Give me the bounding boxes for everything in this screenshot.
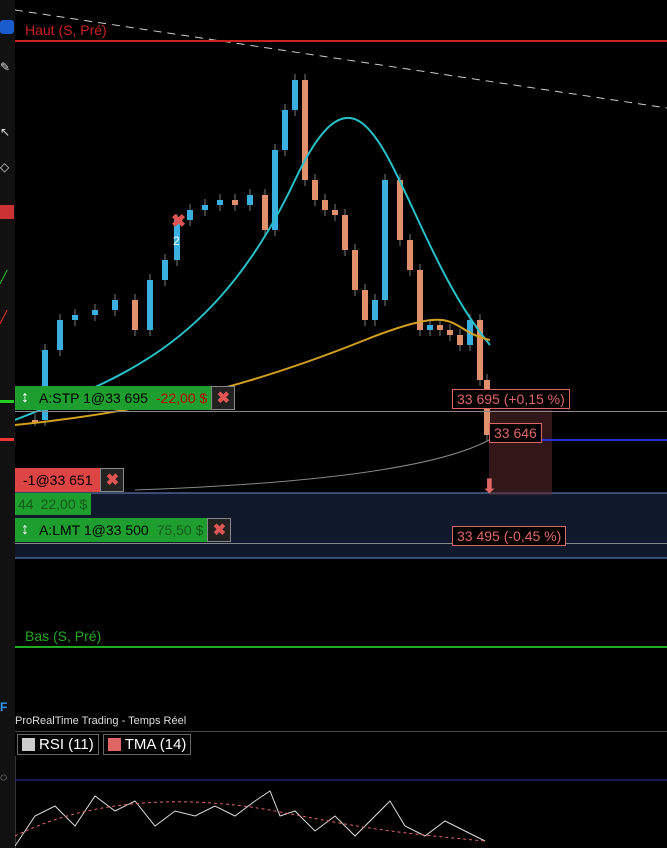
current-price-tag: 33 646 (489, 423, 542, 443)
candle-body (407, 240, 413, 270)
limit-order-line (15, 543, 667, 544)
cursor-icon[interactable] (0, 20, 14, 34)
position-qty: 44 (15, 493, 37, 515)
trade-marker-icon[interactable]: ✖ (171, 211, 186, 232)
position-name: -1@33 651 (15, 468, 101, 492)
candle-body (187, 210, 193, 220)
candle-body (447, 330, 453, 335)
candle-body (372, 300, 378, 320)
stop-drag-handle[interactable]: ↕ (15, 386, 35, 410)
candle-body (132, 300, 138, 330)
text-icon[interactable]: F (0, 700, 14, 714)
trade-marker-count: 2 (173, 234, 180, 248)
position-tag[interactable]: -1@33 651 ✖ (15, 468, 125, 492)
cancel-limit-button[interactable]: ✖ (207, 518, 232, 542)
crosshair-icon[interactable]: ↖ (0, 125, 14, 139)
line-icon[interactable] (0, 205, 14, 219)
candle-body (247, 195, 253, 205)
candle-body (232, 200, 238, 205)
candlestick-plot (15, 9, 667, 559)
candle-body (362, 290, 368, 320)
indicator-legend: RSI (11) TMA (14) (15, 731, 667, 756)
ray-icon[interactable]: ╱ (0, 310, 14, 324)
resistance-trendline (15, 9, 667, 109)
candle-body (282, 110, 288, 150)
horizontal-line-icon[interactable] (0, 400, 14, 417)
sell-arrow-icon: ⬇ (481, 476, 498, 498)
candle-body (427, 325, 433, 330)
candle-body (322, 200, 328, 210)
candle-body (57, 320, 63, 350)
stop-order-name: A:STP 1@33 695 (35, 386, 152, 410)
fast-moving-average (15, 116, 491, 421)
candle-body (217, 200, 223, 205)
position-pnl: 22,00 $ (36, 493, 92, 515)
pencil-icon[interactable]: ✎ (0, 60, 14, 74)
rsi-panel (15, 779, 667, 847)
stop-order-pnl: -22,00 $ (151, 386, 212, 410)
low-label: Bas (S, Pré) (25, 628, 102, 644)
candle-body (262, 195, 268, 230)
magnet-icon[interactable]: ◇ (0, 160, 14, 174)
limit-order-name: A:LMT 1@33 500 (35, 518, 153, 542)
close-position-button[interactable]: ✖ (100, 468, 125, 492)
trend-line-icon[interactable]: ╱ (0, 270, 14, 284)
drawing-toolbar: ✎ ↖ ◇ ╱ ╱ F ◌ (0, 0, 16, 848)
candle-body (332, 210, 338, 215)
candle-body (397, 180, 403, 240)
candle-body (382, 180, 388, 300)
fibonacci-icon[interactable] (0, 438, 14, 455)
price-chart[interactable]: Haut (S, Pré) Bas (S, Pré) ↕ A:STP 1@33 … (15, 0, 667, 715)
limit-drag-handle[interactable]: ↕ (15, 518, 35, 542)
cancel-stop-button[interactable]: ✖ (211, 386, 236, 410)
limit-order-tag[interactable]: ↕ A:LMT 1@33 500 75,50 $ ✖ (15, 518, 232, 542)
indicator-tma[interactable]: TMA (14) (102, 733, 192, 755)
candle-body (92, 310, 98, 315)
stop-order-tag[interactable]: ↕ A:STP 1@33 695 -22,00 $ ✖ (15, 386, 236, 410)
position-pnl-tag: 44 22,00 $ (15, 493, 92, 515)
ellipse-icon[interactable]: ◌ (0, 770, 14, 784)
indicator-rsi[interactable]: RSI (11) (17, 733, 99, 755)
tma-line (15, 801, 486, 842)
candle-body (72, 315, 78, 320)
candle-body (147, 280, 153, 330)
tma-swatch (107, 737, 121, 751)
status-text: ProRealTime Trading - Temps Réel (15, 715, 187, 727)
candle-body (202, 205, 208, 210)
rsi-swatch (22, 737, 35, 751)
stop-price-tag: 33 695 (+0,15 %) (452, 389, 570, 409)
candle-body (457, 335, 463, 345)
stop-order-line (15, 411, 667, 412)
candle-body (112, 300, 118, 310)
limit-price-tag: 33 495 (-0,45 %) (452, 526, 567, 546)
high-label: Haut (S, Pré) (25, 22, 107, 38)
limit-order-pnl: 75,50 $ (152, 518, 208, 542)
candle-body (162, 260, 168, 280)
entry-curve (134, 439, 490, 491)
candle-body (292, 80, 298, 110)
candle-body (312, 180, 318, 200)
tma-label: TMA (14) (124, 735, 187, 753)
candle-body (437, 325, 443, 330)
candle-body (352, 250, 358, 290)
high-line (15, 40, 667, 42)
rsi-line (15, 790, 486, 847)
status-bar: ProRealTime Trading - Temps Réel (15, 715, 667, 731)
candle-body (342, 215, 348, 250)
rsi-label: RSI (11) (39, 735, 94, 753)
low-line (15, 646, 667, 648)
